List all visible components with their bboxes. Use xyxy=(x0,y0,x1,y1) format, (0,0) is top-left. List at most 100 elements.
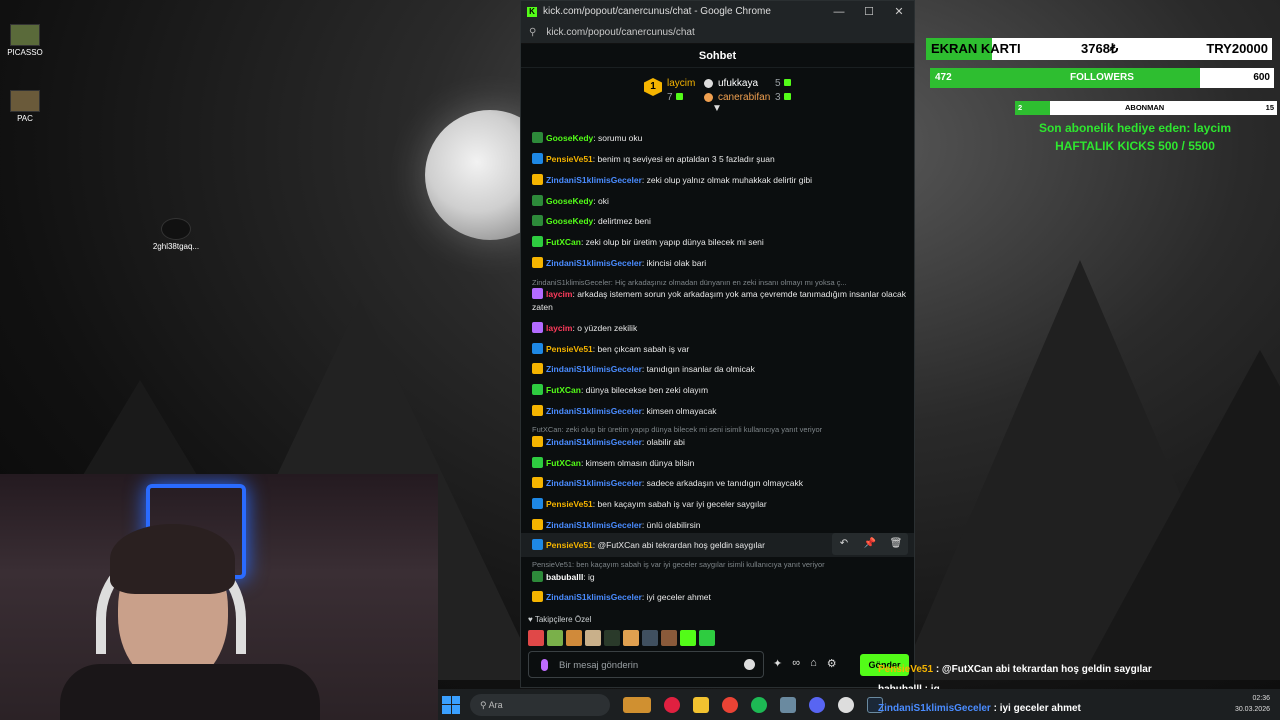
chat-message[interactable]: laycim: o yüzden zekilik xyxy=(532,322,906,335)
desktop-icon-pac[interactable]: PAC xyxy=(0,90,55,123)
spotify-icon[interactable] xyxy=(751,696,767,713)
chat-message[interactable]: ZindaniS1klimisGeceler: tanıdıgın insanl… xyxy=(532,363,906,376)
desktop-icon-picasso[interactable]: PICASSO xyxy=(0,24,55,57)
chat-username[interactable]: GooseKedy xyxy=(546,216,593,226)
gifter-name[interactable]: laycim xyxy=(667,78,695,89)
pin-icon[interactable]: 📌 xyxy=(858,533,882,555)
close-button[interactable]: ✕ xyxy=(884,5,914,18)
chat-username[interactable]: PensieVe51 xyxy=(546,499,593,509)
delete-icon[interactable]: 🗑 xyxy=(884,533,908,555)
bread-icon[interactable] xyxy=(623,696,651,713)
chat-username[interactable]: ZindaniS1klimisGeceler xyxy=(546,592,642,602)
chat-message[interactable]: laycim: arkadaş istemem sorun yok arkada… xyxy=(532,288,906,314)
chat-username[interactable]: FutXCan xyxy=(546,458,581,468)
emote-icon[interactable] xyxy=(642,630,658,646)
emote-icon[interactable] xyxy=(623,630,639,646)
maximize-button[interactable]: ☐ xyxy=(854,5,884,18)
bronze-rank-icon xyxy=(704,93,713,102)
emote-icon[interactable] xyxy=(699,630,715,646)
emote-icon[interactable] xyxy=(566,630,582,646)
chat-message[interactable]: FutXCan: dünya bilecekse ben zeki olayım xyxy=(532,384,906,397)
address-bar[interactable]: ⚲ kick.com/popout/canercunus/chat xyxy=(521,22,914,44)
chat-message[interactable]: ZindaniS1klimisGeceler: zeki olup yalnız… xyxy=(532,174,906,187)
chat-username[interactable]: ZindaniS1klimisGeceler xyxy=(546,437,642,447)
chat-message[interactable]: ZindaniS1klimisGeceler: olabilir abi xyxy=(532,436,906,449)
chat-username[interactable]: laycim xyxy=(546,289,572,299)
collapse-leaderboard-icon[interactable]: ▼ xyxy=(712,103,722,114)
chat-username[interactable]: ZindaniS1klimisGeceler xyxy=(546,364,642,374)
settings-icon[interactable]: ⚙ xyxy=(827,657,837,670)
settings-app-icon[interactable] xyxy=(780,696,796,713)
infinity-icon[interactable]: ∞ xyxy=(792,657,800,670)
chat-username[interactable]: ZindaniS1klimisGeceler xyxy=(546,175,642,185)
file-explorer-icon[interactable] xyxy=(693,696,709,713)
chat-username[interactable]: GooseKedy xyxy=(546,196,593,206)
chat-message-input[interactable] xyxy=(559,657,739,673)
media-player-icon[interactable] xyxy=(664,696,680,713)
chat-message[interactable]: ZindaniS1klimisGeceler: ünlü olabilirsin xyxy=(532,519,906,532)
sparkle-icon[interactable]: ✦ xyxy=(773,657,782,670)
chat-message[interactable]: ZindaniS1klimisGeceler: iyi geceler ahme… xyxy=(532,591,906,604)
chat-message[interactable]: GooseKedy: delirtmez beni xyxy=(532,215,906,228)
minimize-button[interactable]: — xyxy=(824,6,854,18)
chat-message[interactable]: ZindaniS1klimisGeceler: kimsen olmayacak xyxy=(532,405,906,418)
emote-icon[interactable] xyxy=(680,630,696,646)
url-text[interactable]: kick.com/popout/canercunus/chat xyxy=(546,27,694,38)
chat-username[interactable]: ZindaniS1klimisGeceler xyxy=(546,520,642,530)
chat-username[interactable]: PensieVe51 xyxy=(546,344,593,354)
chat-username[interactable]: FutXCan xyxy=(546,385,581,395)
store-icon[interactable]: ⌂ xyxy=(810,657,817,670)
window-titlebar[interactable]: K kick.com/popout/canercunus/chat - Goog… xyxy=(521,1,914,22)
chat-username[interactable]: laycim xyxy=(546,323,572,333)
chat-message[interactable]: babuballl: ig xyxy=(532,571,906,584)
chat-message-text: : oki xyxy=(593,196,609,206)
reply-reference[interactable]: PensieVe51: ben kaçayım sabah iş var iyi… xyxy=(532,560,906,569)
chat-message[interactable]: GooseKedy: oki xyxy=(532,195,906,208)
chat-message[interactable]: PensieVe51: ben çıkcam sabah iş var xyxy=(532,343,906,356)
user-badge-icon xyxy=(532,288,543,299)
picasso-icon xyxy=(10,24,40,46)
chat-username[interactable]: ZindaniS1klimisGeceler xyxy=(546,478,642,488)
microphone-icon[interactable] xyxy=(541,659,548,671)
gifter-name[interactable]: ufukkaya xyxy=(718,78,758,89)
chat-username[interactable]: ZindaniS1klimisGeceler xyxy=(546,258,642,268)
chat-message[interactable]: FutXCan: kimsem olmasın dünya bilsin xyxy=(532,457,906,470)
followers-target: 600 xyxy=(1253,72,1270,83)
chat-username[interactable]: babuballl xyxy=(546,572,583,582)
top-gifters: 1 laycim 7 ufukkaya 5 canerabifan 3 ▼ xyxy=(521,68,914,114)
reply-reference[interactable]: ZindaniS1klimisGeceler: Hiç arkadaşınız … xyxy=(532,278,906,287)
site-info-icon[interactable]: ⚲ xyxy=(529,27,536,38)
chat-messages[interactable]: GooseKedy: sorumu oku PensieVe51: benim ı… xyxy=(521,129,914,609)
chat-message-text: : dünya bilecekse ben zeki olayım xyxy=(580,385,709,395)
chat-message[interactable]: ZindaniS1klimisGeceler: ikincisi olak ba… xyxy=(532,257,906,270)
emote-icon[interactable] xyxy=(604,630,620,646)
chat-message[interactable]: PensieVe51: ben kaçayım sabah iş var iyi… xyxy=(532,498,906,511)
kick-logo-icon: K xyxy=(527,6,537,17)
chat-username[interactable]: GooseKedy xyxy=(546,133,593,143)
emote-icon[interactable] xyxy=(585,630,601,646)
chrome-icon[interactable] xyxy=(722,696,738,713)
emoji-icon[interactable] xyxy=(744,659,755,670)
chat-username[interactable]: PensieVe51 xyxy=(546,154,593,164)
emote-icon[interactable] xyxy=(547,630,563,646)
windows-start-icon[interactable] xyxy=(442,695,460,714)
chat-input-box[interactable] xyxy=(528,651,764,678)
reply-reference[interactable]: FutXCan: zeki olup bir üretim yapıp düny… xyxy=(532,425,906,434)
emote-icon[interactable] xyxy=(528,630,544,646)
taskbar-search[interactable]: ⚲ Ara xyxy=(470,693,610,716)
desktop-icon-file[interactable]: 2ghl38tgaq... xyxy=(146,218,206,251)
chat-message[interactable]: ZindaniS1klimisGeceler: sadece arkadaşın… xyxy=(532,477,906,490)
obs-icon[interactable] xyxy=(838,696,854,713)
discord-icon[interactable] xyxy=(809,696,825,713)
chat-message[interactable]: GooseKedy: sorumu oku xyxy=(532,132,906,145)
chat-username[interactable]: PensieVe51 xyxy=(546,540,593,550)
chat-message[interactable]: FutXCan: zeki olup bir üretim yapıp düny… xyxy=(532,236,906,249)
emote-icon[interactable] xyxy=(661,630,677,646)
chat-message[interactable]: PensieVe51: benim ıq seviyesi en aptalda… xyxy=(532,153,906,166)
reply-icon[interactable]: ↶ xyxy=(832,533,856,555)
user-badge-icon xyxy=(532,405,543,416)
system-clock[interactable]: 02:36 30.03.2026 xyxy=(1235,693,1270,715)
gifter-name[interactable]: canerabifan xyxy=(718,92,770,103)
chat-username[interactable]: ZindaniS1klimisGeceler xyxy=(546,406,642,416)
chat-username[interactable]: FutXCan xyxy=(546,237,581,247)
